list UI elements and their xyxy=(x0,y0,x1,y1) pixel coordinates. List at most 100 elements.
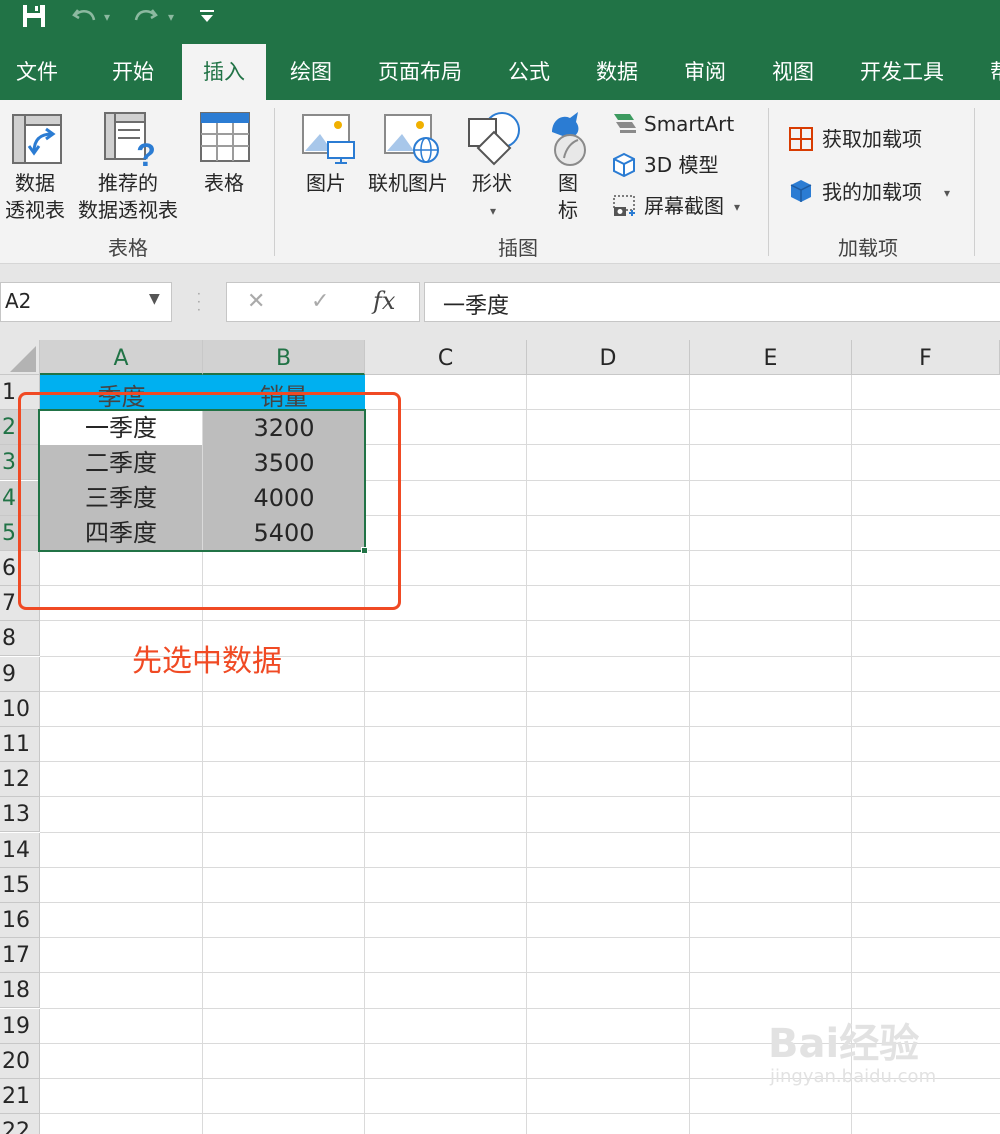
gridline-row xyxy=(40,831,1000,833)
gridline-row xyxy=(40,972,1000,974)
recommended-pivot-icon: ? xyxy=(104,112,156,168)
row-header-9[interactable]: 9 xyxy=(0,656,40,692)
gridline-column xyxy=(526,375,527,1134)
online-picture-icon xyxy=(384,114,439,163)
insert-function-button[interactable]: fx xyxy=(373,287,395,315)
title-bar: ▾ ▾ xyxy=(0,0,1000,44)
select-all-button[interactable] xyxy=(0,340,40,375)
row-header-21[interactable]: 21 xyxy=(0,1079,40,1114)
column-header-d[interactable]: D xyxy=(527,340,690,375)
formula-bar-area: A2 ▼ · · · ✕ ✓ fx 一季度 xyxy=(0,264,1000,340)
row-header-18[interactable]: 18 xyxy=(0,973,40,1009)
ribbon-insert-panel: 数据 透视表 ? 推荐的 数据透视表 表格 表格 图片 联机图片 形状 ▾ 图 … xyxy=(0,100,1000,264)
gridline-row xyxy=(40,937,1000,939)
addin-cube-icon xyxy=(790,180,812,202)
row-header-11[interactable]: 11 xyxy=(0,727,40,762)
group-separator xyxy=(974,108,975,256)
row-header-12[interactable]: 12 xyxy=(0,762,40,798)
watermark-url: jingyan.baidu.com xyxy=(770,1066,937,1087)
row-header-13[interactable]: 13 xyxy=(0,797,40,833)
icons-icon xyxy=(552,112,586,166)
formula-bar-grip-icon[interactable]: · · · xyxy=(197,288,201,316)
row-header-16[interactable]: 16 xyxy=(0,903,40,938)
smartart-icon xyxy=(614,114,636,133)
pivot-table-label-2: 透视表 xyxy=(5,198,65,222)
row-header-20[interactable]: 20 xyxy=(0,1043,40,1079)
annotation-highlight-box xyxy=(18,392,401,610)
tab-file[interactable]: 文件 xyxy=(8,44,66,100)
redo-icon[interactable] xyxy=(132,4,158,28)
tab-formulas[interactable]: 公式 xyxy=(500,44,558,100)
gridline-row xyxy=(40,1007,1000,1009)
row-header-17[interactable]: 17 xyxy=(0,938,40,974)
tab-insert[interactable]: 插入 xyxy=(182,44,266,100)
undo-icon[interactable] xyxy=(72,4,98,28)
tab-draw[interactable]: 绘图 xyxy=(282,44,340,100)
tab-data[interactable]: 数据 xyxy=(588,44,646,100)
formula-input[interactable]: 一季度 xyxy=(424,282,1000,322)
gridline-row xyxy=(40,902,1000,903)
tab-review[interactable]: 审阅 xyxy=(676,44,734,100)
picture-icon xyxy=(302,114,355,164)
gridline-row xyxy=(40,866,1000,868)
undo-dropdown-icon[interactable]: ▾ xyxy=(104,4,110,30)
row-header-22[interactable]: 22 xyxy=(0,1114,40,1134)
tab-developer[interactable]: 开发工具 xyxy=(852,44,952,100)
column-header-e[interactable]: E xyxy=(690,340,852,375)
icons-label-2: 标 xyxy=(558,198,578,222)
gridline-row xyxy=(40,796,1000,798)
customize-icon[interactable] xyxy=(198,8,216,24)
column-header-b[interactable]: B xyxy=(203,340,365,375)
watermark-text: Bai经验 xyxy=(768,1021,920,1067)
cube-icon xyxy=(613,152,635,178)
pivot-table-label-1: 数据 xyxy=(15,171,55,195)
row-header-15[interactable]: 15 xyxy=(0,867,40,903)
recommended-pivot-label-1: 推荐的 xyxy=(98,171,158,195)
formula-value: 一季度 xyxy=(443,294,510,319)
tab-page-layout[interactable]: 页面布局 xyxy=(370,44,470,100)
addins-group-label: 加载项 xyxy=(838,236,898,260)
tab-home[interactable]: 开始 xyxy=(104,44,162,100)
store-icon xyxy=(789,127,813,151)
smartart-label: SmartArt xyxy=(644,112,735,136)
pivot-table-icon xyxy=(12,114,62,164)
shapes-icon xyxy=(468,112,520,166)
enter-button[interactable]: ✓ xyxy=(311,289,329,314)
row-header-10[interactable]: 10 xyxy=(0,691,40,727)
select-all-triangle-icon xyxy=(10,346,36,372)
shapes-dropdown-icon: ▾ xyxy=(490,204,497,218)
screenshot-icon xyxy=(613,195,635,216)
get-addins-label: 获取加载项 xyxy=(822,127,922,151)
ribbon-tabs: 文件 开始 插入 绘图 页面布局 公式 数据 审阅 视图 开发工具 帮 xyxy=(0,44,1000,100)
3d-model-label: 3D 模型 xyxy=(644,153,719,177)
row-header-19[interactable]: 19 xyxy=(0,1008,40,1044)
recommended-pivot-label-2: 数据透视表 xyxy=(78,198,178,222)
screenshot-dropdown-icon: ▾ xyxy=(734,200,741,214)
formula-buttons: ✕ ✓ fx xyxy=(226,282,420,322)
watermark-logo: Bai经验 jingyan.baidu.com xyxy=(768,1022,936,1088)
row-header-8[interactable]: 8 xyxy=(0,621,40,657)
pictures-label: 图片 xyxy=(306,171,346,195)
column-header-a[interactable]: A xyxy=(40,340,203,375)
column-header-c[interactable]: C xyxy=(365,340,527,375)
cancel-button[interactable]: ✕ xyxy=(247,289,265,314)
my-addins-dropdown-icon: ▾ xyxy=(944,186,951,200)
gridline-row xyxy=(40,690,1000,692)
tab-help[interactable]: 帮 xyxy=(982,44,1000,100)
save-icon[interactable] xyxy=(22,4,46,28)
gridline-row xyxy=(40,620,1000,622)
illustrations-group-label: 插图 xyxy=(498,236,538,260)
my-addins-label: 我的加载项 xyxy=(822,180,922,204)
gridline-row xyxy=(40,1113,1000,1115)
screenshot-label: 屏幕截图 xyxy=(644,194,724,218)
name-box-value: A2 xyxy=(5,289,32,313)
annotation-text: 先选中数据 xyxy=(132,644,282,679)
redo-dropdown-icon[interactable]: ▾ xyxy=(168,4,174,30)
tab-view[interactable]: 视图 xyxy=(764,44,822,100)
gridline-row xyxy=(40,761,1000,763)
name-box[interactable]: A2 ▼ xyxy=(0,282,172,322)
column-header-f[interactable]: F xyxy=(852,340,1000,375)
row-header-14[interactable]: 14 xyxy=(0,832,40,868)
name-box-dropdown-icon[interactable]: ▼ xyxy=(149,291,160,307)
excel-window: ▾ ▾ 文件 开始 插入 绘图 页面布局 公式 数据 审阅 视图 开发工具 帮 xyxy=(0,0,1000,1134)
